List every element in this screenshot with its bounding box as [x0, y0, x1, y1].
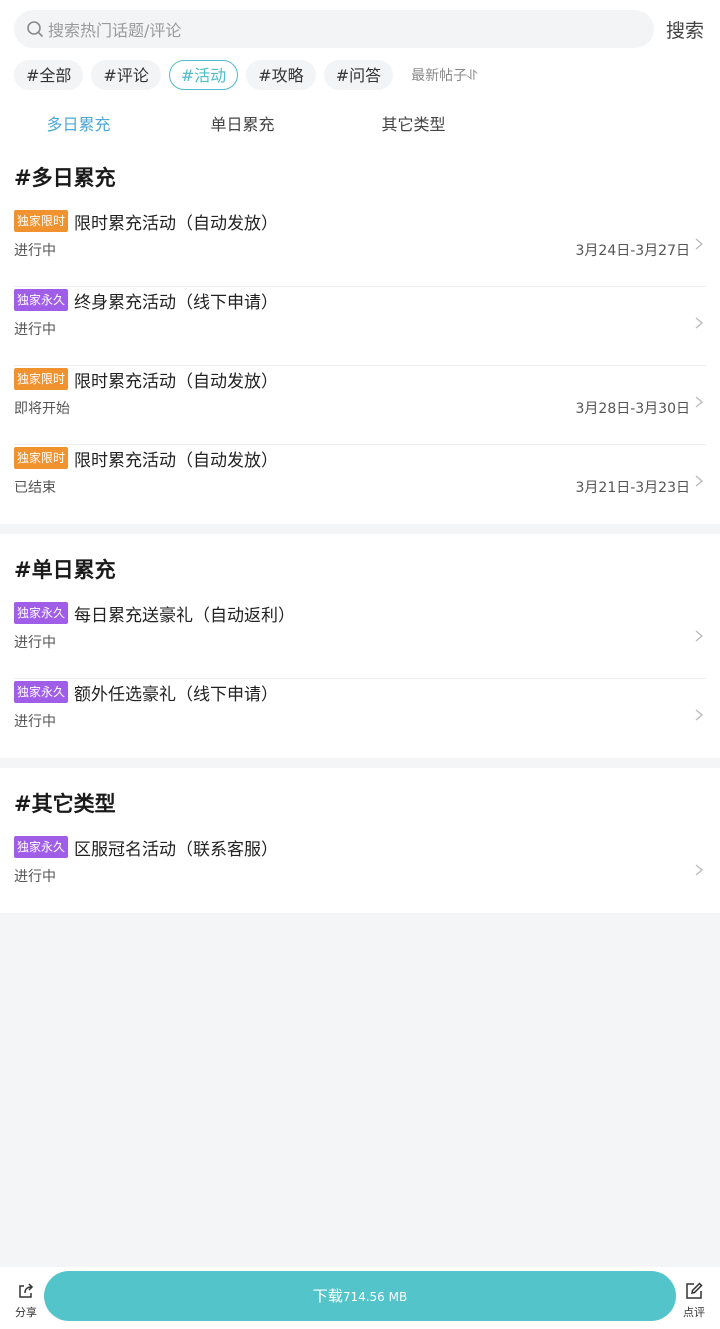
- item-title: 额外任选豪礼（线下申请）: [74, 684, 279, 705]
- list-item[interactable]: 独家限时 限时累充活动（自动发放） 即将开始 3月28日-3月30日: [14, 366, 706, 445]
- chevron-right-icon: [694, 394, 704, 408]
- item-badge: 独家限时: [14, 368, 69, 390]
- item-status: 进行中: [14, 322, 56, 338]
- tag-qa[interactable]: #问答: [323, 60, 394, 90]
- section-single-day: #单日累充 独家永久 每日累充送豪礼（自动返利） 进行中 独家永久 额外任选豪礼…: [0, 534, 720, 758]
- chevron-right-icon: [694, 236, 704, 250]
- item-badge: 独家永久: [14, 681, 69, 703]
- search-input[interactable]: 搜索热门话题/评论: [14, 10, 654, 48]
- item-date: 3月24日-3月27日: [575, 243, 691, 259]
- section-title: #其它类型: [14, 792, 116, 816]
- item-badge: 独家永久: [14, 289, 69, 311]
- chevron-right-icon: [694, 628, 704, 642]
- share-label: 分享: [15, 1306, 37, 1319]
- section-title: #多日累充: [14, 166, 116, 190]
- item-title: 终身累充活动（线下申请）: [74, 292, 279, 313]
- top-header: 搜索热门话题/评论 搜索 #全部 #评论 #活动 #攻略 #问答 最新帖子⥯ 多…: [0, 0, 720, 142]
- download-button[interactable]: 下载714.56 MB: [44, 1271, 676, 1321]
- item-title: 限时累充活动（自动发放）: [74, 213, 279, 234]
- item-badge: 独家永久: [14, 602, 69, 624]
- share-icon: [19, 1283, 34, 1298]
- list-item[interactable]: 独家限时 限时累充活动（自动发放） 进行中 3月24日-3月27日: [14, 208, 706, 287]
- search-icon: [27, 21, 43, 37]
- share-button[interactable]: 分享: [10, 1281, 42, 1320]
- section-title: #单日累充: [14, 558, 116, 582]
- item-status: 进行中: [14, 714, 56, 730]
- search-button[interactable]: 搜索: [664, 16, 706, 43]
- chevron-right-icon: [694, 473, 704, 487]
- item-badge: 独家限时: [14, 210, 69, 232]
- activity-subtabs: 多日累充 单日累充 其它类型: [0, 103, 720, 143]
- download-label: 下载: [312, 1287, 343, 1305]
- item-date: 3月21日-3月23日: [575, 480, 691, 496]
- item-title: 每日累充送豪礼（自动返利）: [74, 605, 296, 626]
- item-status: 已结束: [14, 480, 56, 496]
- comment-button[interactable]: 点评: [678, 1281, 710, 1320]
- list-item[interactable]: 独家永久 额外任选豪礼（线下申请） 进行中: [14, 679, 706, 758]
- chevron-right-icon: [694, 707, 704, 721]
- sort-latest-posts[interactable]: 最新帖子⥯: [411, 65, 477, 85]
- item-status: 即将开始: [14, 401, 70, 417]
- search-placeholder: 搜索热门话题/评论: [48, 21, 182, 40]
- subtab-multi-day[interactable]: 多日累充: [0, 111, 157, 135]
- list-item[interactable]: 独家限时 限时累充活动（自动发放） 已结束 3月21日-3月23日: [14, 445, 706, 524]
- search-row: 搜索热门话题/评论 搜索: [0, 10, 720, 48]
- download-size: 714.56 MB: [342, 1290, 408, 1304]
- item-date: 3月28日-3月30日: [575, 401, 691, 417]
- section-other: #其它类型 独家永久 区服冠名活动（联系客服） 进行中: [0, 768, 720, 913]
- item-title: 限时累充活动（自动发放）: [74, 371, 279, 392]
- edit-icon: [686, 1282, 703, 1299]
- item-title: 区服冠名活动（联系客服）: [74, 839, 279, 860]
- section-multi-day: #多日累充 独家限时 限时累充活动（自动发放） 进行中 3月24日-3月27日 …: [0, 142, 720, 524]
- tag-all[interactable]: #全部: [14, 60, 84, 90]
- bottom-action-bar: 分享 下载714.56 MB 点评: [0, 1267, 720, 1329]
- item-badge: 独家限时: [14, 447, 69, 469]
- subtab-other[interactable]: 其它类型: [328, 111, 499, 135]
- list-item[interactable]: 独家永久 终身累充活动（线下申请） 进行中: [14, 287, 706, 366]
- item-badge: 独家永久: [14, 836, 69, 858]
- item-title: 限时累充活动（自动发放）: [74, 450, 279, 471]
- topic-tags: #全部 #评论 #活动 #攻略 #问答 最新帖子⥯: [0, 59, 720, 91]
- list-item[interactable]: 独家永久 每日累充送豪礼（自动返利） 进行中: [14, 600, 706, 679]
- subtab-single-day[interactable]: 单日累充: [157, 111, 328, 135]
- item-status: 进行中: [14, 635, 56, 651]
- chevron-right-icon: [694, 862, 704, 876]
- list-item[interactable]: 独家永久 区服冠名活动（联系客服） 进行中: [14, 834, 706, 913]
- item-status: 进行中: [14, 869, 56, 885]
- comment-label: 点评: [683, 1306, 705, 1319]
- tag-activity[interactable]: #活动: [168, 60, 239, 90]
- chevron-right-icon: [694, 315, 704, 329]
- item-status: 进行中: [14, 243, 56, 259]
- tag-guide[interactable]: #攻略: [246, 60, 316, 90]
- tag-comment[interactable]: #评论: [91, 60, 161, 90]
